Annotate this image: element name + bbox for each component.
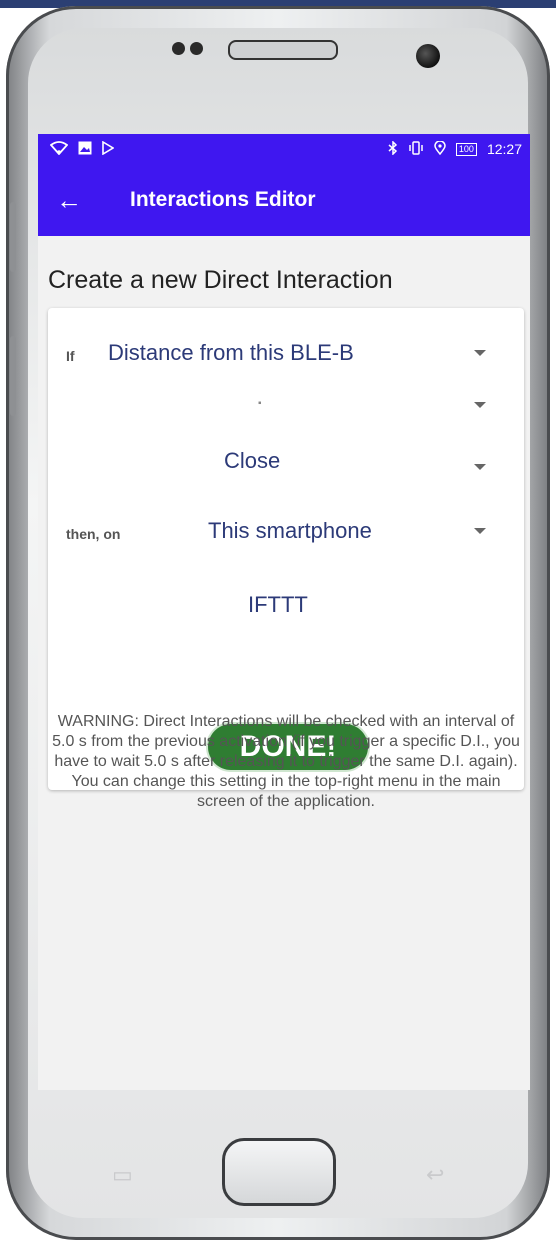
home-button[interactable] (222, 1138, 336, 1206)
bluetooth-icon (388, 139, 398, 158)
front-camera (416, 44, 440, 68)
status-bar: 100 12:27 (38, 134, 530, 164)
device-dropdown[interactable]: ▪ (48, 388, 524, 428)
sensor-dot (190, 42, 203, 55)
chevron-down-icon (474, 402, 486, 408)
vibrate-icon (408, 140, 424, 158)
if-label: If (66, 348, 75, 364)
chevron-down-icon (474, 350, 486, 356)
condition-dropdown[interactable]: Close (48, 444, 524, 484)
battery-level: 100 (455, 142, 477, 156)
sensor-dot (172, 42, 185, 55)
device-icon: ▪ (258, 398, 262, 409)
wifi-icon (49, 140, 69, 158)
chevron-down-icon (474, 464, 486, 470)
recent-apps-icon[interactable]: ▭ (112, 1162, 133, 1188)
battery-icon: 100 (455, 142, 477, 156)
target-value: This smartphone (208, 518, 372, 543)
volume-button (10, 202, 16, 272)
action-value: IFTTT (248, 592, 308, 617)
back-arrow-icon[interactable]: ← (56, 185, 86, 216)
location-icon (434, 139, 446, 158)
then-on-label: then, on (66, 526, 121, 542)
trigger-dropdown[interactable]: If Distance from this BLE-B (48, 336, 524, 376)
condition-value: Close (224, 448, 281, 473)
target-dropdown[interactable]: then, on This smartphone (48, 514, 524, 554)
power-button (10, 336, 16, 416)
back-key-icon[interactable]: ↩ (426, 1162, 444, 1188)
play-store-icon (102, 140, 115, 158)
screen: 100 12:27 ← Interactions Editor Create a… (38, 134, 530, 1090)
app-bar: ← Interactions Editor (38, 164, 530, 236)
image-icon (78, 141, 92, 158)
page-title: Create a new Direct Interaction (48, 266, 393, 294)
trigger-value: Distance from this BLE-B (108, 340, 354, 365)
warning-text: WARNING: Direct Interactions will be che… (52, 713, 520, 810)
clock: 12:27 (486, 141, 522, 157)
action-selector[interactable]: IFTTT (48, 588, 524, 628)
chevron-down-icon (474, 528, 486, 534)
app-bar-title: Interactions Editor (130, 188, 316, 211)
earpiece-speaker (228, 40, 338, 60)
